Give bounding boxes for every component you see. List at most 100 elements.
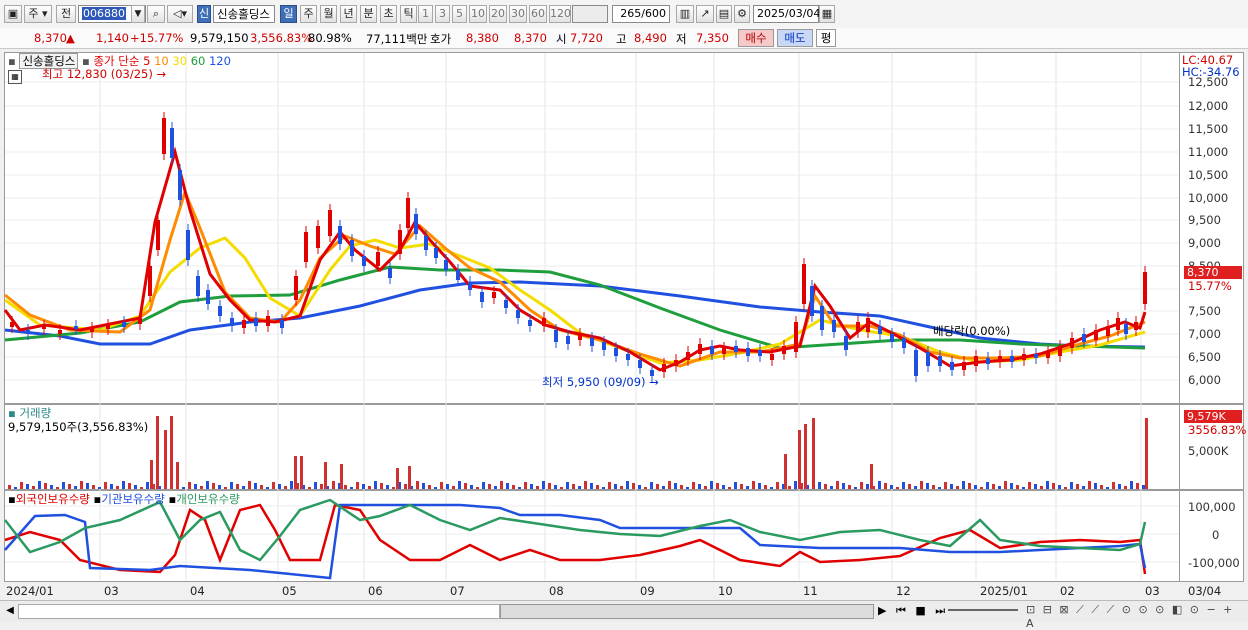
candle-body — [516, 310, 520, 318]
volume-bar — [1058, 485, 1061, 489]
volume-bar-big — [324, 462, 327, 489]
volume-bar — [362, 484, 365, 489]
volume-bar — [830, 486, 833, 489]
volume-bar — [1064, 487, 1067, 489]
x-axis-label: 08 — [549, 584, 564, 598]
drawing-tools[interactable]: ⊡ ⊟ ⊠ ⟋ ⟋ ⟋ ⊙ ⊙ ⊙ ◧ ⊙ − + A — [1026, 603, 1248, 630]
volume-bar — [1016, 485, 1019, 489]
volume-bar — [350, 487, 353, 489]
price-tick: 9,000 — [1188, 236, 1221, 250]
candle-body — [1082, 334, 1086, 342]
x-axis-label: 11 — [803, 584, 818, 598]
volume-bar — [518, 487, 521, 489]
volume-bar — [422, 483, 425, 489]
volume-bar — [428, 485, 431, 489]
candle-body — [406, 198, 410, 228]
legend-individual: 개인보유수량 — [176, 492, 240, 506]
candle-body — [170, 128, 174, 158]
candle-body — [388, 268, 392, 278]
volume-bar — [986, 482, 989, 489]
volume-bar — [542, 481, 545, 489]
last-price-tag: 8,370 — [1184, 266, 1242, 279]
candle-body — [1124, 324, 1128, 334]
volume-bar — [554, 485, 557, 489]
volume-bar — [140, 487, 143, 489]
volume-bar — [764, 485, 767, 489]
price-tick: 10,000 — [1188, 191, 1229, 205]
candle-body — [424, 236, 428, 250]
candle-body — [122, 322, 126, 327]
candle-body — [10, 322, 14, 327]
volume-bar — [1124, 486, 1127, 489]
candle-body — [950, 362, 954, 370]
price-tick: 11,500 — [1188, 122, 1229, 136]
volume-bar-big — [396, 468, 399, 489]
candle-body — [794, 322, 798, 352]
volume-value-text: 9,579,150주(3,556.83%) — [8, 420, 149, 434]
volume-bar-big — [150, 460, 153, 489]
volume-bar — [884, 483, 887, 489]
candle-body — [280, 320, 284, 328]
candle-body — [626, 354, 630, 360]
x-axis-label: 03 — [1145, 584, 1160, 598]
volume-bar — [638, 485, 641, 489]
scrollbar-track[interactable] — [18, 604, 500, 619]
price-tick: 9,500 — [1188, 213, 1221, 227]
candle-body — [638, 360, 642, 368]
volume-bar — [1100, 485, 1103, 489]
candle-body — [106, 325, 110, 329]
legend-foreign: 외국인보유수량 — [15, 492, 90, 506]
volume-bar — [122, 481, 125, 489]
candle-body — [1116, 318, 1120, 330]
candle-body — [362, 256, 366, 266]
volume-bar — [848, 485, 851, 489]
volume-bar — [14, 487, 17, 489]
volume-bar — [368, 486, 371, 489]
volume-bar — [734, 482, 737, 489]
volume-bar — [878, 481, 881, 489]
volume-bar — [248, 481, 251, 489]
candle-body — [974, 356, 978, 366]
candle-body — [590, 338, 594, 346]
volume-bar-big — [1145, 418, 1148, 489]
volume-bar — [944, 482, 947, 489]
x-axis-label: 12 — [896, 584, 911, 598]
volume-bar — [950, 484, 953, 489]
candle-body — [58, 330, 62, 334]
volume-bar — [194, 484, 197, 489]
volume-bar — [104, 482, 107, 489]
high-note: 최고 12,830 (03/25) → — [42, 67, 167, 81]
volume-bar — [1010, 483, 1013, 489]
candle-body — [1070, 338, 1074, 348]
candle-body — [1143, 272, 1147, 304]
x-axis-label: 05 — [282, 584, 297, 598]
volume-bar — [692, 482, 695, 489]
volume-bar — [470, 485, 473, 489]
x-axis-label: 2025/01 — [980, 584, 1028, 598]
legend-ma-60: 60 — [190, 54, 209, 68]
volume-bar — [320, 484, 323, 489]
price-tick: 6,000 — [1188, 373, 1221, 387]
candle-body — [686, 352, 690, 360]
playback-controls[interactable]: ▶ ⏮ ■ ⏭ — [878, 604, 948, 618]
scroll-left-icon[interactable]: ◀ — [4, 604, 16, 618]
scrollbar-thumb[interactable] — [500, 604, 874, 619]
candle-body — [914, 350, 918, 376]
volume-bar — [254, 483, 257, 489]
holding-tick-bottom: -100,000 — [1188, 556, 1240, 570]
volume-bar-big — [870, 464, 873, 489]
legend-institution: 기관보유수량 — [101, 492, 165, 506]
volume-bar — [218, 485, 221, 489]
volume-bar — [1112, 482, 1115, 489]
candle-body — [138, 318, 142, 324]
volume-bar-big — [176, 462, 179, 489]
candle-body — [242, 320, 246, 328]
volume-bar — [512, 485, 515, 489]
volume-bar — [272, 482, 275, 489]
candle-body — [1034, 354, 1038, 358]
zoom-slider[interactable] — [948, 609, 1018, 611]
volume-bar — [452, 486, 455, 489]
candle-body — [614, 348, 618, 356]
volume-bar — [776, 482, 779, 489]
grid-icon[interactable]: ▦ — [8, 70, 22, 84]
